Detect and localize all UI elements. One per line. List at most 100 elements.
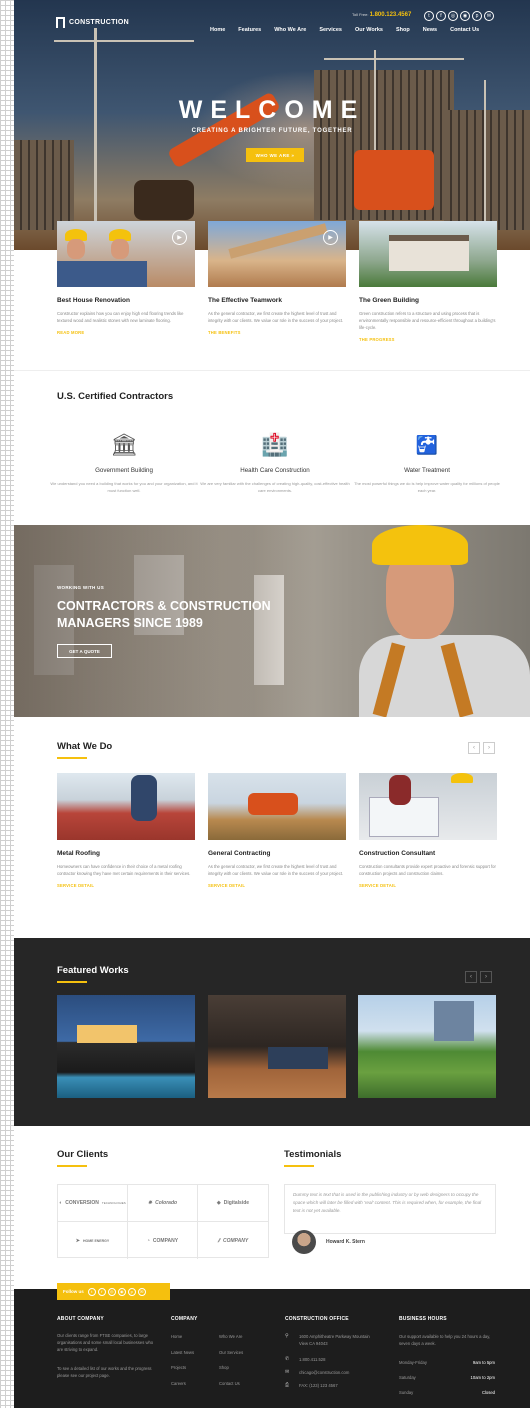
footer-link-projects[interactable]: Projects bbox=[171, 1364, 186, 1371]
play-icon[interactable]: ▶ bbox=[172, 230, 187, 245]
nav-contact-us[interactable]: Contact Us bbox=[450, 27, 479, 33]
client-logo[interactable]: ➤ HOME ENERGY bbox=[58, 1222, 128, 1259]
client-logo[interactable]: ⫽ COMPANY bbox=[198, 1222, 268, 1259]
worker-image bbox=[67, 239, 85, 259]
phone-icon: ✆ bbox=[285, 1356, 290, 1362]
nav-home[interactable]: Home bbox=[210, 27, 225, 33]
avatar bbox=[292, 1230, 316, 1254]
background-grid bbox=[0, 0, 14, 1408]
instagram-icon[interactable]: ◎ bbox=[448, 11, 458, 21]
prev-arrow-icon[interactable]: ‹ bbox=[465, 971, 477, 983]
excavator-image bbox=[134, 180, 194, 220]
next-arrow-icon[interactable]: › bbox=[483, 742, 495, 754]
nav-our-works[interactable]: Our Works bbox=[355, 27, 383, 33]
house-image bbox=[389, 235, 469, 271]
facebook-icon[interactable]: f bbox=[436, 11, 446, 21]
worker-image bbox=[57, 261, 147, 287]
read-more-link[interactable]: READ MORE bbox=[57, 330, 195, 335]
company-logo-icon: ◔ bbox=[146, 1237, 150, 1244]
client-sub: TECHNOLOGIES bbox=[101, 1201, 126, 1205]
office-address: 1600 Amphitheatre Parkway Mountain View … bbox=[299, 1334, 370, 1346]
nav-services[interactable]: Services bbox=[319, 27, 342, 33]
service-card: Metal Roofing Homeowners can have confid… bbox=[57, 773, 195, 888]
service-title: Water Treatment bbox=[404, 467, 450, 474]
service-detail-link[interactable]: SERVICE DETAIL bbox=[208, 883, 346, 888]
footer-heading: BUSINESS HOURS bbox=[399, 1316, 447, 1322]
office-email[interactable]: chicago@construction.com bbox=[299, 1369, 349, 1376]
twitter-icon[interactable]: t bbox=[87, 1287, 96, 1296]
footer-link-home[interactable]: Home bbox=[171, 1333, 182, 1340]
crane-image bbox=[54, 40, 194, 42]
person-image bbox=[389, 775, 411, 805]
twitter-icon[interactable]: t bbox=[424, 11, 434, 21]
bank-icon: 🏛 bbox=[110, 432, 138, 457]
nav-shop[interactable]: Shop bbox=[396, 27, 410, 33]
footer-link-latest-news[interactable]: Latest News bbox=[171, 1349, 194, 1356]
service-title: General Contracting bbox=[208, 850, 271, 857]
nav-features[interactable]: Features bbox=[238, 27, 261, 33]
service-item: 🏛 Government Building We understand you … bbox=[49, 431, 199, 494]
feature-card: ▶ The Effective Teamwork As the general … bbox=[208, 221, 346, 335]
hours-time: 10am to 2pm bbox=[470, 1375, 495, 1380]
email-icon[interactable]: ✉ bbox=[137, 1287, 146, 1296]
footer-link-who-we-are[interactable]: Who We Are bbox=[219, 1333, 242, 1340]
client-logo[interactable]: ◔ COMPANY bbox=[128, 1222, 198, 1259]
nav-who-we-are[interactable]: Who We Are bbox=[274, 27, 306, 33]
service-detail-link[interactable]: SERVICE DETAIL bbox=[57, 883, 195, 888]
benefits-link[interactable]: THE BENEFITS bbox=[208, 330, 346, 335]
follow-us-bar: Follow us t f ◎ ◉ p ✉ bbox=[57, 1283, 170, 1300]
pinterest-icon[interactable]: p bbox=[472, 11, 482, 21]
service-text: The most powerful things we do is help i… bbox=[354, 481, 500, 493]
brand-logo[interactable]: CONSTRUCTION bbox=[56, 17, 129, 28]
conversion-logo-icon: ◐ bbox=[59, 1200, 63, 1206]
work-image-office-park[interactable] bbox=[358, 995, 496, 1098]
feature-title: The Effective Teamwork bbox=[208, 297, 282, 304]
nav-news[interactable]: News bbox=[423, 27, 437, 33]
instagram-icon[interactable]: ◎ bbox=[107, 1287, 116, 1296]
client-logo[interactable]: ✸ Colorado bbox=[128, 1185, 198, 1222]
excavator-image bbox=[354, 150, 434, 210]
prev-arrow-icon[interactable]: ‹ bbox=[468, 742, 480, 754]
next-arrow-icon[interactable]: › bbox=[480, 971, 492, 983]
pinterest-icon[interactable]: p bbox=[127, 1287, 136, 1296]
service-detail-link[interactable]: SERVICE DETAIL bbox=[359, 883, 497, 888]
work-image-bedroom[interactable] bbox=[208, 995, 346, 1098]
dribbble-icon[interactable]: ◉ bbox=[117, 1287, 126, 1296]
footer-link-shop[interactable]: Shop bbox=[219, 1364, 229, 1371]
footer-heading: CONSTRUCTION OFFICE bbox=[285, 1316, 349, 1322]
client-name: Colorado bbox=[155, 1200, 178, 1206]
footer-link-careers[interactable]: Careers bbox=[171, 1380, 186, 1387]
arrow-logo-icon: ➤ bbox=[75, 1237, 80, 1244]
client-logos: ◐ CONVERSION TECHNOLOGIES ✸ Colorado ◈ D… bbox=[57, 1184, 269, 1259]
hospital-icon: 🏥 bbox=[261, 432, 289, 457]
section-title: Testimonials bbox=[284, 1149, 342, 1160]
facebook-icon[interactable]: f bbox=[97, 1287, 106, 1296]
client-logo[interactable]: ◈ Digitalside bbox=[198, 1185, 268, 1222]
hours-day: Monday-Friday bbox=[399, 1360, 427, 1365]
email-icon: ✉ bbox=[285, 1369, 290, 1375]
green-building-image bbox=[359, 221, 497, 287]
testimonial-author: Howard K. Stern bbox=[326, 1239, 365, 1245]
hours-time: Closed bbox=[481, 1390, 495, 1395]
hours-day: Sunday bbox=[399, 1390, 414, 1395]
work-image-modern-house[interactable] bbox=[57, 995, 195, 1098]
feature-text: Green construction refers to a structure… bbox=[359, 311, 496, 330]
crane-image bbox=[324, 58, 464, 60]
service-text: We are very familiar with the challenges… bbox=[200, 481, 350, 493]
get-a-quote-button[interactable]: GET A QUOTE bbox=[57, 644, 112, 658]
digitalside-logo-icon: ◈ bbox=[216, 1200, 221, 1206]
dribbble-icon[interactable]: ◉ bbox=[460, 11, 470, 21]
company-logo-icon: ⫽ bbox=[217, 1237, 221, 1244]
worker-image bbox=[111, 239, 129, 259]
footer-link-contact-us[interactable]: Contact Us bbox=[219, 1380, 240, 1387]
follow-label: Follow us bbox=[63, 1289, 84, 1294]
progress-link[interactable]: THE PROGRESS bbox=[359, 337, 497, 342]
title-underline bbox=[284, 1165, 314, 1167]
who-we-are-button[interactable]: WHO WE ARE » bbox=[246, 148, 304, 162]
section-title: U.S. Certified Contractors bbox=[57, 391, 174, 402]
client-logo[interactable]: ◐ CONVERSION TECHNOLOGIES bbox=[58, 1185, 128, 1222]
email-icon[interactable]: ✉ bbox=[484, 11, 494, 21]
client-name: COMPANY bbox=[223, 1237, 249, 1244]
play-icon[interactable]: ▶ bbox=[323, 230, 338, 245]
footer-link-our-services[interactable]: Our Services bbox=[219, 1349, 243, 1356]
